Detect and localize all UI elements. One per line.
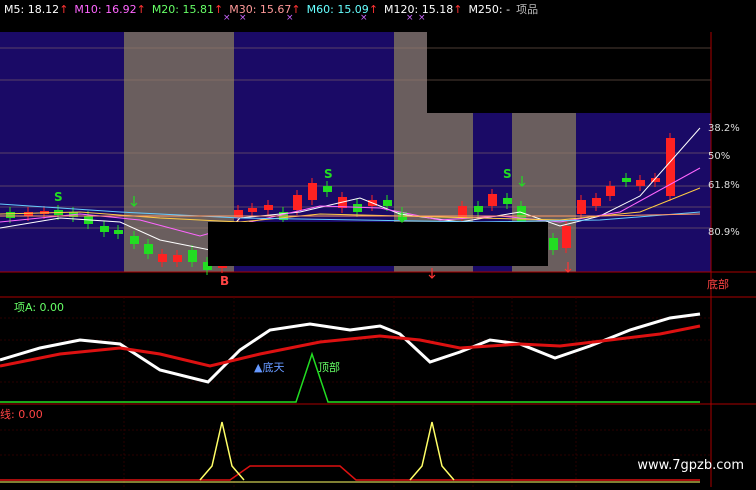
- price-level-label: 61.8%: [708, 180, 740, 191]
- candle-body: [592, 198, 601, 206]
- candle-body: [144, 244, 153, 254]
- panel3-spike: [199, 421, 245, 481]
- ma-arrow-icon: ↑: [214, 2, 224, 16]
- panel2-top-label: 顶部: [318, 361, 340, 374]
- candle-body: [248, 208, 257, 212]
- background-band: [0, 32, 124, 272]
- candle-body: [323, 186, 332, 192]
- panel2-bottom-label: ▲底天: [254, 361, 285, 374]
- candle-body: [353, 204, 362, 212]
- ma-legend-item: M60: 15.09↑: [306, 2, 379, 16]
- price-level-label: 50%: [708, 151, 730, 162]
- candle-body: [293, 195, 302, 210]
- bottom-zone-label: 底部: [707, 278, 729, 291]
- panel3-spike: [409, 421, 455, 481]
- ma-legend-item: M20: 15.81↑: [151, 2, 224, 16]
- price-chart-svg[interactable]: 38.2%50%61.8%80.9%SS SB× × × × × ×: [0, 0, 756, 487]
- price-level-label: 38.2%: [708, 123, 740, 134]
- candle-body: [549, 238, 558, 250]
- candle-body: [622, 178, 631, 182]
- ma-arrow-icon: ↑: [291, 2, 301, 16]
- panel3-red-line: [0, 465, 700, 481]
- ma-legend: M5: 18.12↑ M10: 16.92↑ M20: 15.81↑ M30: 15.…: [0, 0, 538, 18]
- candle-body: [503, 198, 512, 204]
- ma-arrow-icon: ↑: [453, 2, 463, 16]
- sell-signal-label: S: [324, 167, 333, 181]
- candle-body: [6, 212, 15, 218]
- candle-body: [130, 236, 139, 244]
- candle-body: [577, 200, 586, 214]
- ma-arrow-icon: ↑: [136, 2, 146, 16]
- ma-legend-item: M5: 18.12↑: [4, 2, 69, 16]
- oscillator-red-line: [0, 324, 701, 368]
- panel3-title: 线: 0.00: [0, 408, 43, 421]
- cutout-region: [427, 0, 756, 113]
- candle-body: [474, 206, 483, 212]
- candle-body: [100, 226, 109, 232]
- masked-region: [208, 222, 548, 266]
- candle-body: [158, 254, 167, 262]
- candle-body: [383, 200, 392, 206]
- price-level-label: 80.9%: [708, 227, 740, 238]
- ma-arrow-icon: ↑: [368, 2, 379, 16]
- panel2-title: 项A: 0.00: [14, 301, 65, 314]
- chart-stage: 38.2% 50% 61.8% 80.9% S S S B × × × × × × M5: 18.12↑ M…: [0, 0, 756, 487]
- candle-body: [24, 212, 33, 216]
- candle-body: [488, 194, 497, 206]
- signal-green-line: [0, 351, 700, 403]
- candle-body: [308, 183, 317, 200]
- ma-arrow-icon: ↑: [59, 2, 69, 16]
- ma-legend-item: M250: -: [468, 2, 511, 16]
- ma-legend-item: M120: 15.18↑: [384, 2, 463, 16]
- candle-body: [188, 250, 197, 262]
- buy-signal-label: B: [220, 274, 229, 288]
- candle-body: [173, 255, 182, 262]
- ma-legend-item: M30: 15.67↑: [229, 2, 301, 16]
- ma-legend-item: 项品: [516, 3, 539, 16]
- sell-signal-label: S: [54, 190, 63, 204]
- candle-body: [666, 138, 675, 196]
- watermark: www.7gpzb.com: [637, 458, 744, 473]
- sell-signal-label: S: [503, 167, 512, 181]
- candle-body: [114, 230, 123, 234]
- candle-body: [264, 205, 273, 210]
- candle-body: [562, 226, 571, 248]
- candle-body: [636, 180, 645, 186]
- candle-body: [606, 186, 615, 196]
- candle-body: [234, 210, 243, 218]
- ma-legend-item: M10: 16.92↑: [74, 2, 146, 16]
